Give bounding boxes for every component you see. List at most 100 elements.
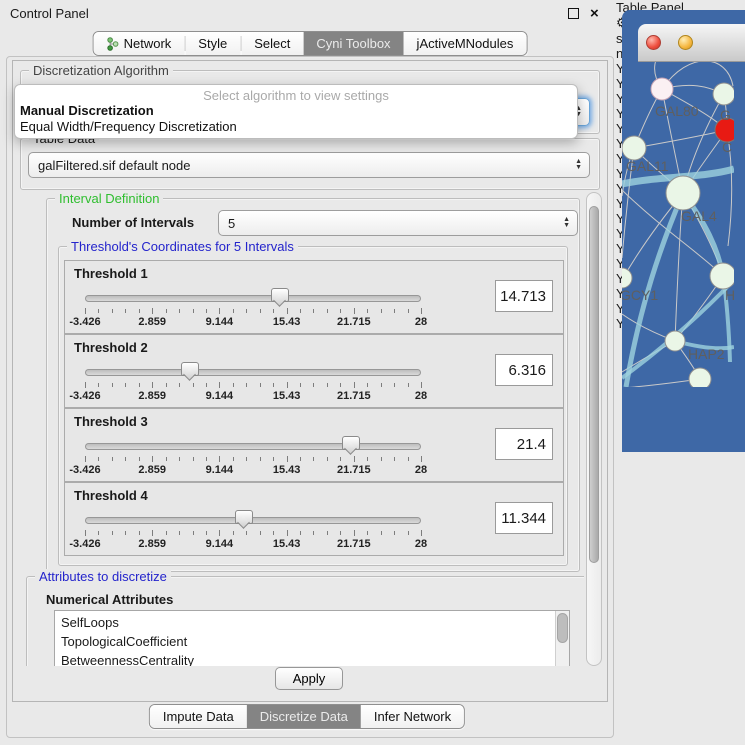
slider-tick-label: 2.859 [138, 538, 166, 550]
numerical-attributes-list[interactable]: SelfLoopsTopologicalCoefficientBetweenne… [54, 610, 570, 666]
slider-tick [112, 309, 113, 313]
slider-tick [421, 382, 422, 388]
slider-tick [354, 456, 355, 462]
dropdown-item-equal-width-frequency[interactable]: Equal Width/Frequency Discretization [15, 119, 577, 135]
slider-tick [85, 530, 86, 536]
tab-infer-network[interactable]: Infer Network [361, 705, 464, 728]
apply-button[interactable]: Apply [275, 667, 344, 690]
tab-cyni-toolbox[interactable]: Cyni Toolbox [303, 32, 403, 55]
zoom-window-icon[interactable] [709, 35, 724, 50]
slider-tick [313, 531, 314, 535]
network-edge[interactable] [622, 379, 700, 387]
panel-scrollbar-thumb[interactable] [589, 206, 599, 563]
numerical-attributes-label: Numerical Attributes [46, 592, 173, 607]
network-node-label: GAL4 [681, 208, 717, 224]
slider-thumb[interactable] [342, 436, 360, 450]
network-node-green[interactable] [710, 263, 734, 289]
list-scrollbar-thumb[interactable] [557, 613, 568, 643]
slider-tick-label: -3.426 [69, 538, 100, 550]
network-node-green[interactable] [665, 331, 685, 351]
threshold-value-field[interactable]: 6.316 [495, 354, 553, 386]
tab-impute-data[interactable]: Impute Data [150, 705, 247, 728]
tab-label: Select [254, 36, 290, 51]
close-icon[interactable]: × [590, 7, 599, 20]
threshold-slider[interactable]: -3.4262.8599.14415.4321.71528 [85, 509, 421, 553]
tab-discretize-data[interactable]: Discretize Data [247, 705, 361, 728]
slider-tick-label: 2.859 [138, 390, 166, 402]
close-window-icon[interactable] [646, 35, 661, 50]
panel-scrollbar[interactable] [586, 192, 602, 666]
slider-tick [98, 383, 99, 387]
threshold-slider[interactable]: -3.4262.8599.14415.4321.71528 [85, 361, 421, 405]
minimize-window-icon[interactable] [678, 35, 693, 50]
slider-tick [313, 309, 314, 313]
slider-tick [85, 456, 86, 462]
network-window-titlebar[interactable] [638, 24, 745, 62]
slider-tick [354, 382, 355, 388]
threshold-label: Threshold 3 [74, 414, 148, 429]
slider-tick [193, 383, 194, 387]
slider-tick [260, 531, 261, 535]
slider-tick [219, 308, 220, 314]
threshold-slider[interactable]: -3.4262.8599.14415.4321.71528 [85, 287, 421, 331]
float-window-icon[interactable] [568, 8, 579, 19]
slider-tick [394, 383, 395, 387]
slider-tick [206, 383, 207, 387]
slider-tick [300, 531, 301, 535]
network-canvas[interactable]: GAL80GCGAL11GAL4GCY1HHAP2 [622, 10, 745, 390]
slider-tick [125, 309, 126, 313]
network-node-green[interactable] [622, 136, 646, 160]
network-edge[interactable] [634, 130, 727, 148]
slider-track[interactable] [85, 369, 421, 376]
slider-tick-label: 28 [415, 390, 427, 402]
network-node-green[interactable] [689, 368, 711, 387]
network-node-green[interactable] [622, 268, 632, 288]
dropdown-placeholder-item[interactable]: Select algorithm to view settings [15, 85, 577, 103]
slider-tick [273, 383, 274, 387]
tab-style[interactable]: Style [185, 32, 240, 55]
slider-thumb[interactable] [181, 362, 199, 376]
slider-tick [367, 309, 368, 313]
network-node-green[interactable] [666, 176, 700, 210]
attribute-list-item[interactable]: TopologicalCoefficient [61, 632, 569, 651]
slider-tick [367, 383, 368, 387]
threshold-slider[interactable]: -3.4262.8599.14415.4321.71528 [85, 435, 421, 479]
attribute-list-item[interactable]: BetweennessCentrality [61, 651, 569, 666]
threshold-value-field[interactable]: 14.713 [495, 280, 553, 312]
slider-track[interactable] [85, 295, 421, 302]
num-intervals-label: Number of Intervals [72, 215, 194, 230]
tab-select[interactable]: Select [241, 32, 303, 55]
num-intervals-combobox[interactable]: 5 ▲▼ [218, 210, 578, 236]
slider-tick [273, 309, 274, 313]
network-icon [107, 37, 119, 51]
tab-label: Cyni Toolbox [316, 36, 390, 51]
slider-thumb[interactable] [271, 288, 289, 302]
attribute-list-item[interactable]: SelfLoops [61, 613, 569, 632]
slider-tick-label: 9.144 [206, 390, 234, 402]
slider-tick [327, 531, 328, 535]
tab-network[interactable]: Network [94, 32, 185, 55]
group-title-algorithm: Discretization Algorithm [29, 63, 173, 78]
list-scrollbar[interactable] [555, 611, 569, 666]
threshold-value-field[interactable]: 21.4 [495, 428, 553, 460]
tab-label: Style [198, 36, 227, 51]
slider-tick [260, 309, 261, 313]
slider-tick [421, 308, 422, 314]
dropdown-item-manual-discretization[interactable]: Manual Discretization [15, 103, 577, 119]
slider-tick [112, 457, 113, 461]
slider-tick-label: 15.43 [273, 538, 301, 550]
slider-tick [193, 531, 194, 535]
slider-thumb[interactable] [235, 510, 253, 524]
threshold-value-field[interactable]: 11.344 [495, 502, 553, 534]
network-window-frame[interactable]: GAL80GCGAL11GAL4GCY1HHAP2 [622, 10, 745, 452]
slider-tick-label: 15.43 [273, 464, 301, 476]
num-intervals-value: 5 [228, 216, 235, 231]
slider-track[interactable] [85, 443, 421, 450]
slider-tick [179, 531, 180, 535]
slider-track[interactable] [85, 517, 421, 524]
slider-tick [327, 309, 328, 313]
network-node-green[interactable] [713, 83, 734, 105]
tab-jactivemnodules[interactable]: jActiveMNodules [404, 32, 527, 55]
network-node-pink[interactable] [651, 78, 673, 100]
table-data-combobox[interactable]: galFiltered.sif default node ▲▼ [28, 152, 590, 178]
